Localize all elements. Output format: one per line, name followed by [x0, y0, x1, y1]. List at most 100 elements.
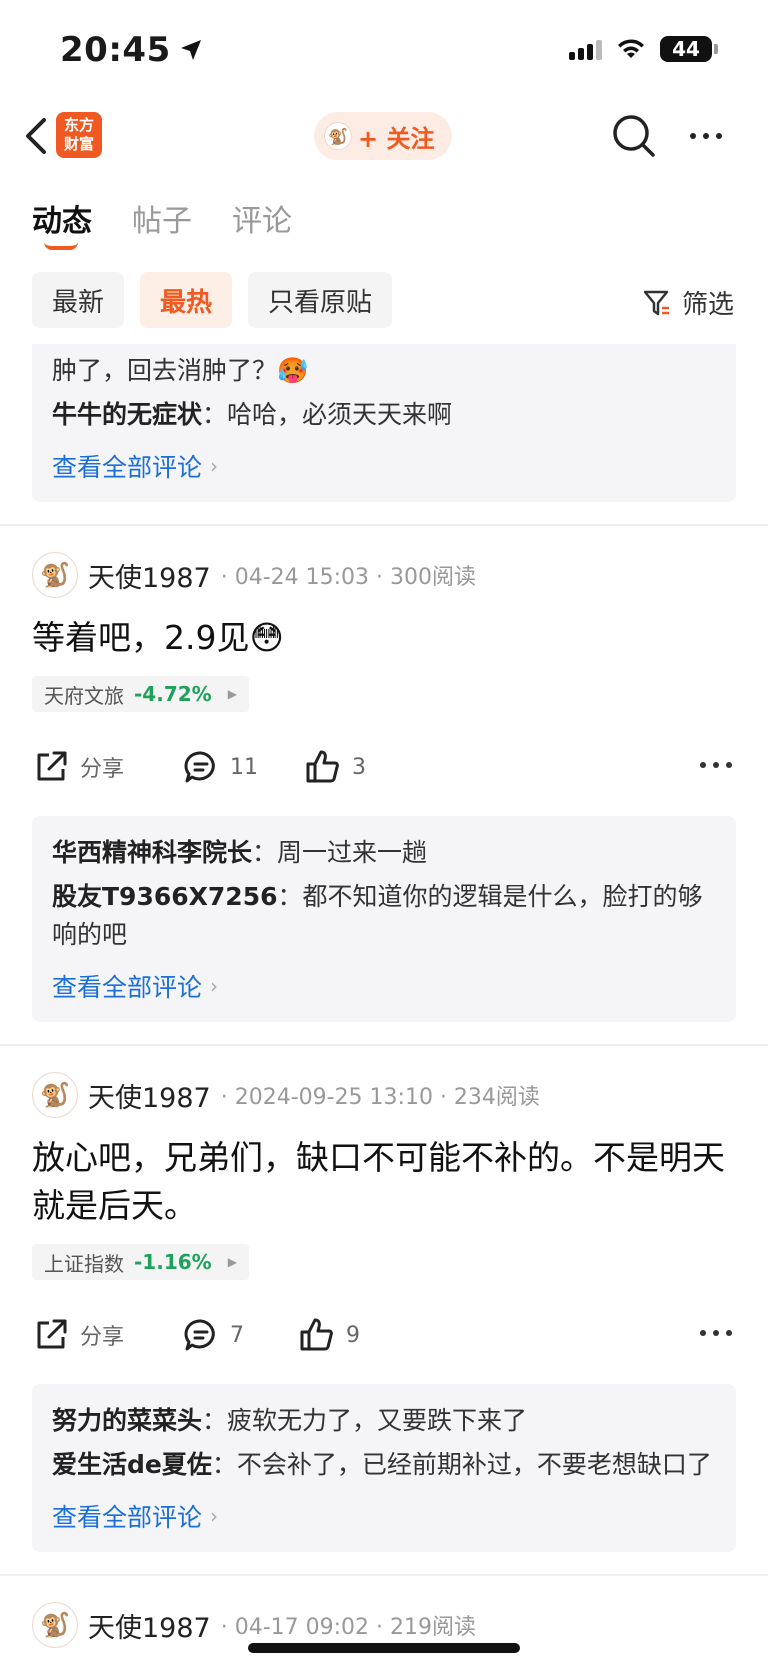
reply-preview: 努力的菜菜头：疲软无力了，又要跌下来了 爱生活de夏佐：不会补了，已经前期补过，…: [32, 1384, 736, 1552]
clock: 20:45: [60, 30, 171, 70]
avatar[interactable]: 🐒: [32, 1072, 78, 1118]
comment-bubble-icon: [184, 1319, 215, 1351]
post-card[interactable]: 🐒 天使1987 · 04-24 15:03 · 300阅读 等着吧，2.9见😳…: [0, 526, 768, 1022]
like-count: 3: [352, 754, 366, 780]
location-arrow-icon: [180, 40, 201, 60]
reply-username[interactable]: 爱生活de夏佐: [52, 1450, 212, 1479]
author-name[interactable]: 天使1987: [88, 1076, 211, 1115]
tab-label: 动态: [32, 204, 92, 239]
reply-item: 华西精神科李院长：周一过来一趟: [52, 838, 428, 867]
reply-item: 股友T9366X7256：都不知道你的逻辑是什么，脸打的够响的吧: [52, 882, 703, 949]
home-indicator[interactable]: [248, 1643, 520, 1653]
filter-button[interactable]: 筛选: [642, 284, 734, 321]
share-icon: [37, 1319, 67, 1349]
chevron-right-icon: ›: [210, 974, 219, 998]
tab-label: 评论: [232, 204, 292, 239]
stock-tag[interactable]: 上证指数 -1.16% ▶: [32, 1244, 249, 1280]
status-time: 20:45: [60, 30, 203, 70]
post-card[interactable]: 🐒 天使1987 · 2024-09-25 13:10 · 234阅读 放心吧，…: [0, 1046, 768, 1552]
share-button[interactable]: 分享: [32, 748, 182, 786]
tab-posts[interactable]: 帖子: [132, 196, 192, 242]
tab-dynamic[interactable]: 动态: [32, 196, 92, 250]
reply-username[interactable]: 努力的菜菜头: [52, 1406, 202, 1435]
avatar[interactable]: 🐒: [32, 552, 78, 598]
view-all-comments-link[interactable]: 查看全部评论 ›: [52, 968, 716, 1004]
post-actions: 分享 7 9: [32, 1310, 736, 1360]
reply-username[interactable]: 华西精神科李院长: [52, 838, 252, 867]
link-label: 查看全部评论: [52, 453, 203, 482]
funnel-icon: [643, 290, 669, 315]
post-meta: · 04-17 09:02 · 219阅读: [220, 1615, 476, 1640]
reply-preview: 肿了，回去消肿了？🥵 牛牛的无症状：哈哈，必须天天来啊 查看全部评论 ›: [32, 344, 736, 502]
comment-count: 11: [230, 754, 258, 780]
status-bar: 20:45 44: [0, 0, 768, 100]
content-tabs: 动态 帖子 评论: [32, 196, 292, 250]
comment-count: 7: [230, 1322, 244, 1348]
cellular-signal-icon: [569, 38, 602, 60]
follow-label: + 关注: [358, 124, 435, 153]
stock-change: -4.72%: [134, 682, 212, 706]
reply-item: 努力的菜菜头：疲软无力了，又要跌下来了: [52, 1406, 528, 1435]
reply-text: 周一过来一趟: [277, 838, 428, 867]
more-options-icon[interactable]: [682, 112, 730, 160]
post-card[interactable]: 🐒 天使1987 · 04-17 09:02 · 219阅读: [0, 1576, 768, 1648]
wifi-icon: [618, 39, 644, 58]
tab-comments[interactable]: 评论: [232, 196, 292, 242]
share-label: 分享: [80, 757, 125, 782]
author-name[interactable]: 天使1987: [88, 1606, 211, 1645]
post-text[interactable]: 等着吧，2.9见😳: [32, 614, 736, 662]
reply-preview: 华西精神科李院长：周一过来一趟 股友T9366X7256：都不知道你的逻辑是什么…: [32, 816, 736, 1022]
share-icon: [37, 751, 67, 781]
link-label: 查看全部评论: [52, 973, 203, 1002]
top-nav: 东方 财富 🐒 + 关注: [0, 100, 768, 172]
comment-bubble-icon: [184, 751, 215, 783]
follow-button[interactable]: 🐒 + 关注: [314, 112, 452, 160]
comment-button[interactable]: 11: [182, 748, 304, 786]
reply-text: 疲软无力了，又要跌下来了: [227, 1406, 528, 1435]
like-button[interactable]: 9: [298, 1316, 360, 1354]
caret-right-icon: ▶: [227, 687, 237, 701]
stock-change: -1.16%: [134, 1250, 212, 1274]
post-header: 🐒 天使1987 · 04-17 09:02 · 219阅读: [32, 1602, 736, 1648]
author-name[interactable]: 天使1987: [88, 556, 211, 595]
link-label: 查看全部评论: [52, 1503, 203, 1532]
chevron-right-icon: ›: [210, 1504, 219, 1528]
post-meta: · 04-24 15:03 · 300阅读: [220, 565, 476, 590]
stock-name: 天府文旅: [44, 683, 124, 708]
view-all-comments-link[interactable]: 查看全部评论 ›: [52, 1498, 716, 1534]
back-arrow-icon[interactable]: [16, 112, 56, 160]
comment-button[interactable]: 7: [182, 1316, 298, 1354]
reply-item: 爱生活de夏佐：不会补了，已经前期补过，不要老想缺口了: [52, 1450, 712, 1479]
filter-latest[interactable]: 最新: [32, 272, 125, 328]
post-header: 🐒 天使1987 · 04-24 15:03 · 300阅读: [32, 552, 736, 598]
stock-tag[interactable]: 天府文旅 -4.72% ▶: [32, 676, 249, 712]
filter-original-only[interactable]: 只看原贴: [248, 272, 393, 328]
more-options-icon[interactable]: [700, 1330, 732, 1336]
battery-level: 44: [672, 37, 700, 61]
search-icon[interactable]: [610, 112, 658, 160]
brand-logo: 东方 财富: [56, 112, 102, 158]
sort-filters: 最新 最热 只看原贴: [32, 272, 393, 328]
filter-label: 筛选: [681, 290, 734, 320]
feed: 肿了，回去消肿了？🥵 牛牛的无症状：哈哈，必须天天来啊 查看全部评论 › 🐒 天使…: [0, 344, 768, 1648]
stock-name: 上证指数: [44, 1251, 124, 1276]
post-actions: 分享 11 3: [32, 742, 736, 792]
reply-text: 不会补了，已经前期补过，不要老想缺口了: [236, 1450, 712, 1479]
more-options-icon[interactable]: [700, 762, 732, 768]
filter-hottest[interactable]: 最热: [140, 272, 233, 328]
reply-text: 肿了，回去消肿了？🥵: [52, 356, 309, 385]
share-button[interactable]: 分享: [32, 1316, 182, 1354]
reply-username[interactable]: 股友T9366X7256: [52, 882, 278, 911]
chevron-right-icon: ›: [210, 454, 219, 478]
post-text[interactable]: 放心吧，兄弟们，缺口不可能不补的。不是明天就是后天。: [32, 1134, 736, 1230]
battery-icon: 44: [660, 36, 718, 62]
reply-text: 哈哈，必须天天来啊: [227, 400, 453, 429]
like-count: 9: [346, 1322, 360, 1348]
active-tab-indicator: [44, 242, 78, 250]
reply-username[interactable]: 牛牛的无症状: [52, 400, 202, 429]
like-button[interactable]: 3: [304, 748, 366, 786]
avatar[interactable]: 🐒: [32, 1602, 78, 1648]
thumbs-up-icon: [306, 750, 339, 783]
post-meta: · 2024-09-25 13:10 · 234阅读: [220, 1085, 540, 1110]
view-all-comments-link[interactable]: 查看全部评论 ›: [52, 448, 716, 484]
